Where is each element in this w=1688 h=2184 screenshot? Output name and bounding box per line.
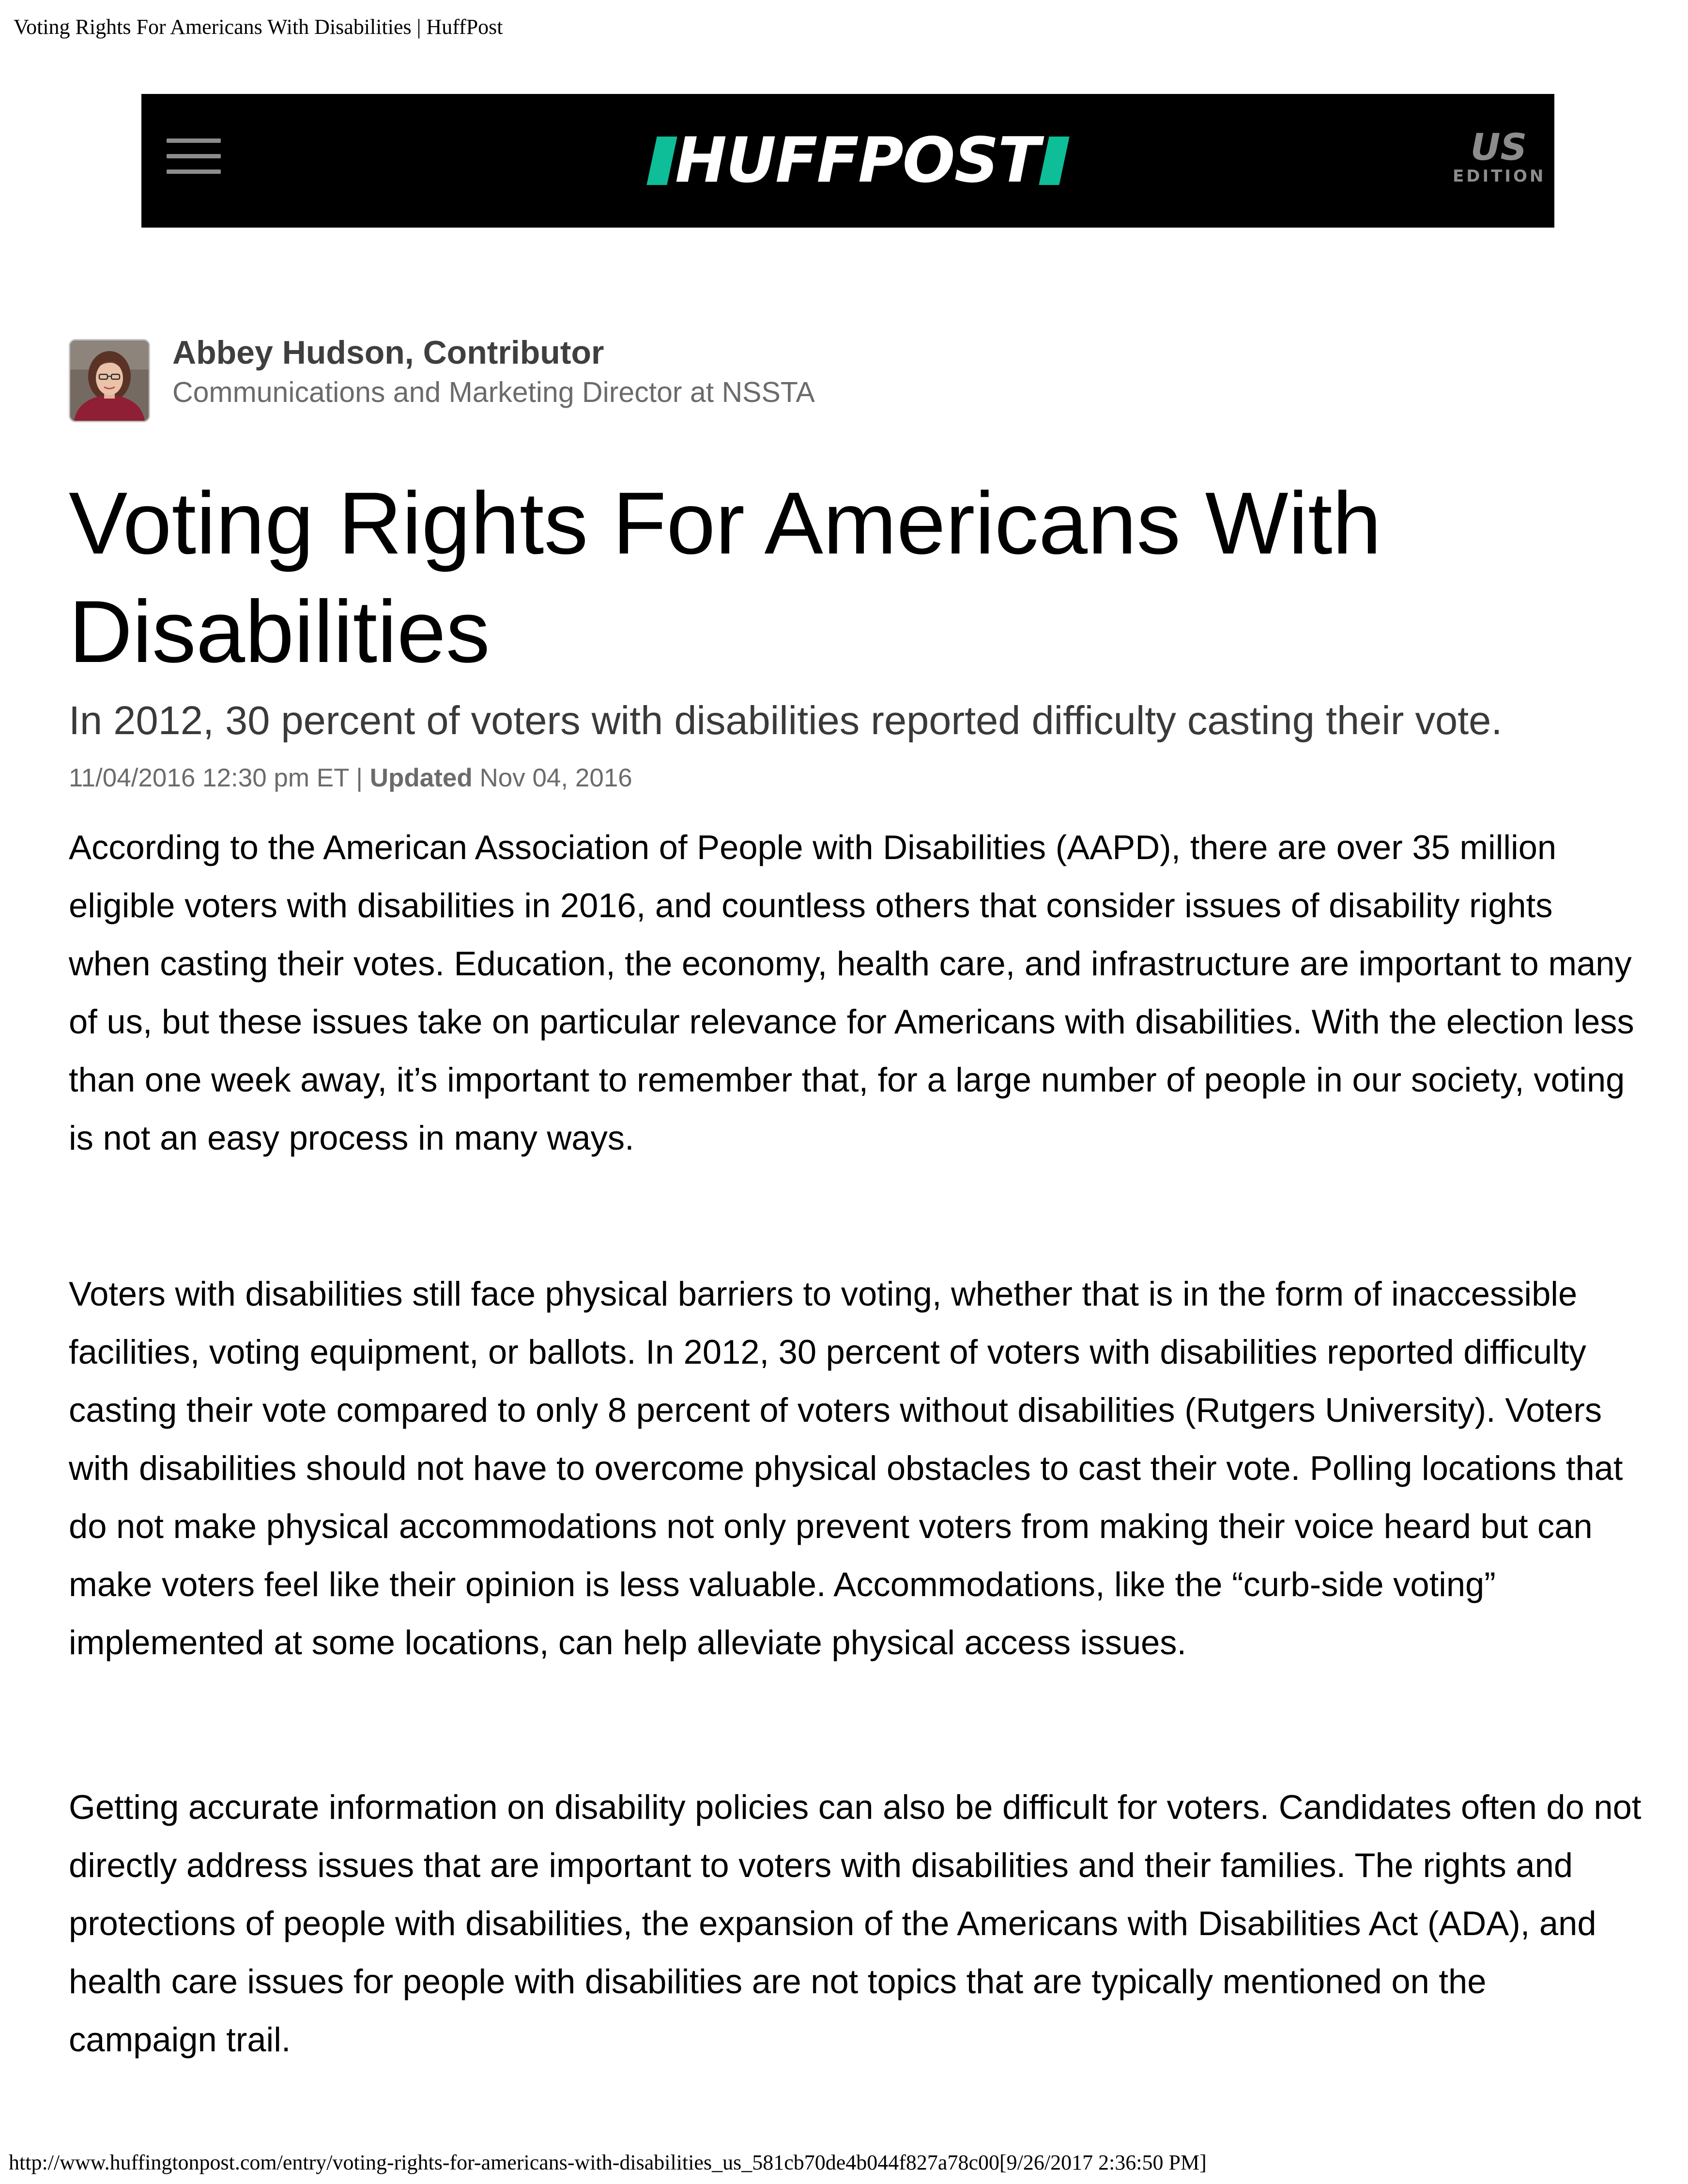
huffpost-logo[interactable]: HUFFPOST — [646, 124, 1070, 197]
edition-selector[interactable]: US EDITION — [1453, 128, 1545, 186]
author-photo — [70, 340, 149, 421]
edition-code: US — [1470, 125, 1527, 169]
print-footer-url: http://www.huffingtonpost.com/entry/voti… — [9, 2151, 1207, 2174]
site-masthead: HUFFPOST US EDITION — [141, 94, 1554, 228]
published-time: 11/04/2016 12:30 pm ET | — [69, 764, 363, 792]
article-paragraph-3: Getting accurate information on disabili… — [69, 1788, 1642, 2059]
logo-wordmark: HUFFPOST — [675, 124, 1040, 197]
edition-label: EDITION — [1453, 167, 1546, 186]
print-header: Voting Rights For Americans With Disabil… — [14, 15, 503, 39]
author-role: Communications and Marketing Director at… — [172, 376, 815, 408]
updated-label: Updated — [369, 764, 473, 792]
article-dek: In 2012, 30 percent of voters with disab… — [69, 698, 1503, 743]
hamburger-menu-icon[interactable] — [167, 138, 221, 175]
author-name[interactable]: Abbey Hudson, Contributor — [172, 333, 604, 372]
article-headline: Voting Rights For Americans With Disabil… — [69, 474, 1381, 681]
author-avatar[interactable] — [69, 339, 150, 422]
article-timestamp: 11/04/2016 12:30 pm ET | Updated Nov 04,… — [69, 761, 632, 795]
article-paragraph-2: Voters with disabilities still face phys… — [69, 1275, 1623, 1661]
article-paragraph-1: According to the American Association of… — [69, 828, 1634, 1157]
updated-date: Nov 04, 2016 — [479, 764, 632, 792]
